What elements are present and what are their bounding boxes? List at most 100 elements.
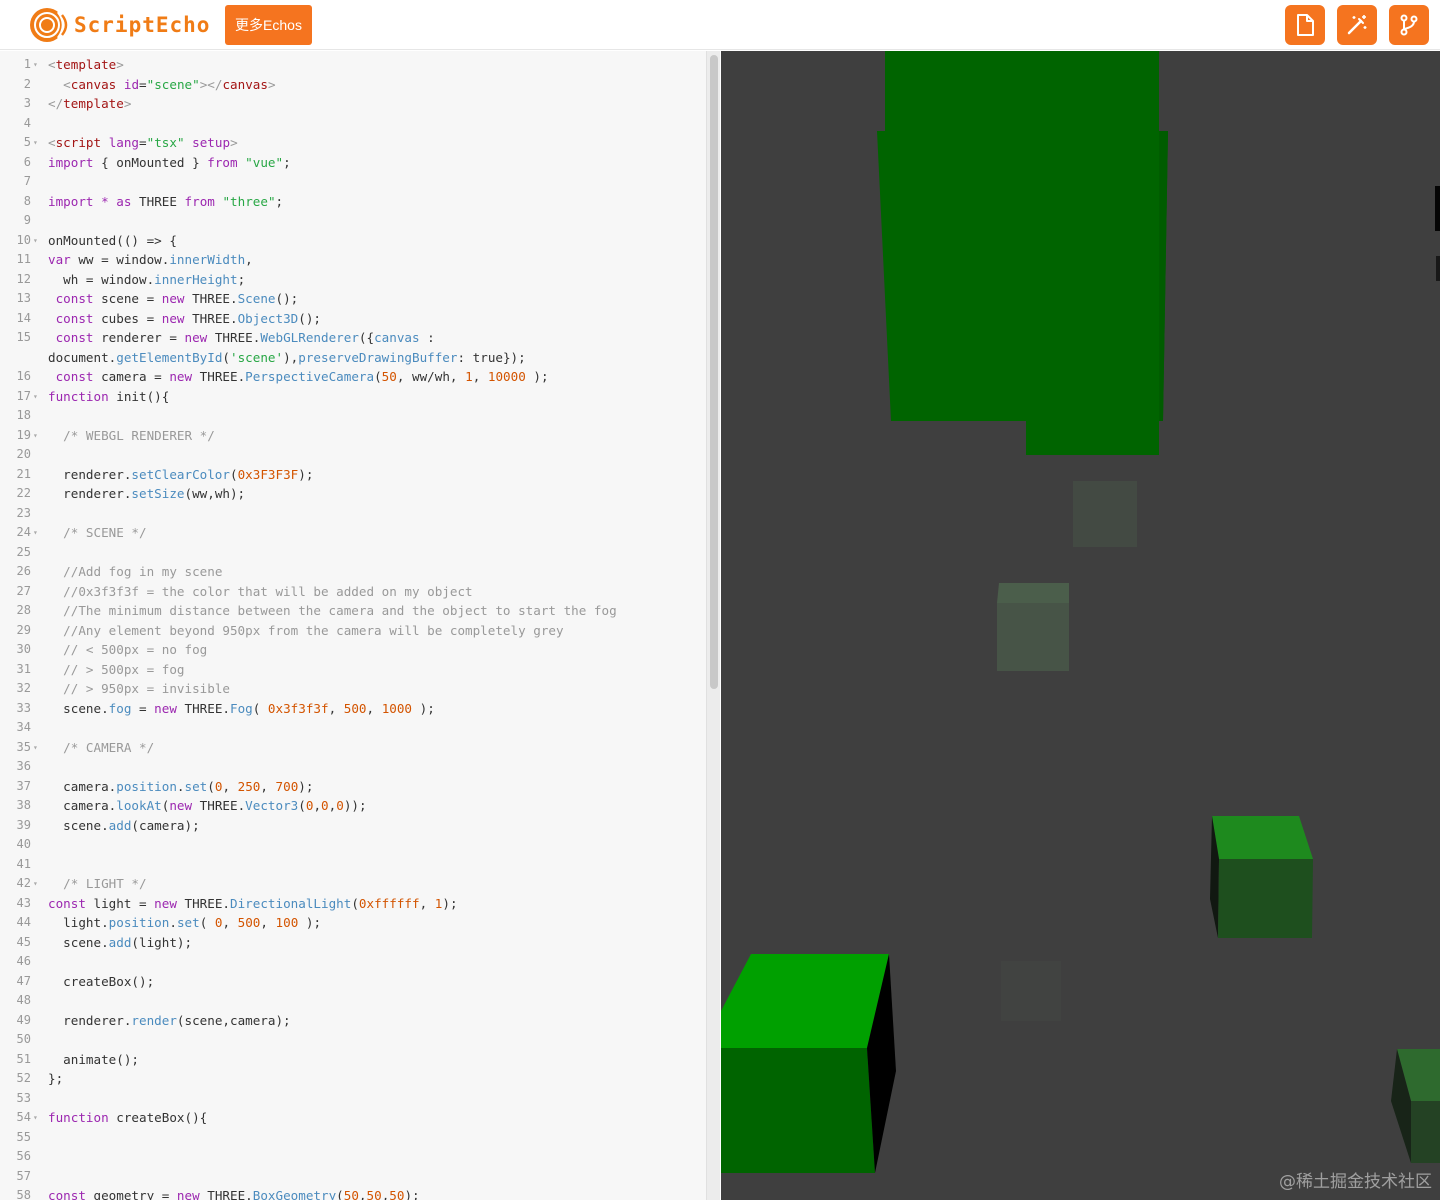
fold-arrow-icon[interactable]: ▾	[33, 55, 38, 75]
code-line[interactable]: 49 renderer.render(scene,camera);	[0, 1011, 706, 1031]
line-number: 22	[16, 486, 31, 500]
code-line[interactable]: 33 scene.fog = new THREE.Fog( 0x3f3f3f, …	[0, 699, 706, 719]
code-line[interactable]: 5 ▾ <script lang="tsx" setup>	[0, 133, 706, 153]
code-line[interactable]: 14 const cubes = new THREE.Object3D();	[0, 309, 706, 329]
line-number: 5	[23, 135, 31, 149]
code-line[interactable]: 28 //The minimum distance between the ca…	[0, 601, 706, 621]
code-line[interactable]: 37 camera.position.set(0, 250, 700);	[0, 777, 706, 797]
code-line[interactable]: 45 scene.add(light);	[0, 933, 706, 953]
code-line[interactable]: 17 ▾ function init(){	[0, 387, 706, 407]
fold-arrow-icon[interactable]: ▾	[33, 133, 38, 153]
code-line[interactable]: 55	[0, 1128, 706, 1148]
line-number: 31	[16, 661, 31, 676]
fold-arrow-icon[interactable]: ▾	[33, 874, 38, 894]
code-line[interactable]: 7	[0, 172, 706, 192]
code-line[interactable]: document.getElementById('scene'),preserv…	[0, 348, 706, 368]
code-line[interactable]: 1 ▾ <template>	[0, 55, 706, 75]
line-number: 53	[16, 1090, 31, 1105]
code-line[interactable]: 58 const geometry = new THREE.BoxGeometry…	[0, 1186, 706, 1200]
code-line[interactable]: 32 // > 950px = invisible	[0, 679, 706, 699]
code-line[interactable]: 13 const scene = new THREE.Scene();	[0, 289, 706, 309]
code-line[interactable]: 19 ▾ /* WEBGL RENDERER */	[0, 426, 706, 446]
more-echos-button[interactable]: 更多Echos	[225, 5, 312, 45]
line-number: 46	[16, 954, 31, 968]
code-line[interactable]: 27 //0x3f3f3f = the color that will be a…	[0, 582, 706, 602]
code-line[interactable]: 52};	[0, 1069, 706, 1089]
code-line[interactable]: 11 var ww = window.innerWidth,	[0, 250, 706, 270]
code-text: // < 500px = no fog	[63, 642, 208, 657]
code-line[interactable]: 16 const camera = new THREE.PerspectiveC…	[0, 367, 706, 387]
code-text: scene.add(light);	[48, 934, 193, 950]
code-line[interactable]: 34	[0, 718, 706, 738]
fold-arrow-icon[interactable]: ▾	[33, 426, 38, 446]
code-line[interactable]: 41	[0, 855, 706, 875]
fold-arrow-icon[interactable]: ▾	[33, 738, 38, 758]
code-line[interactable]: 4	[0, 114, 706, 134]
logo[interactable]: ScriptEcho	[28, 6, 210, 44]
new-file-button[interactable]	[1285, 5, 1325, 45]
code-line[interactable]: 56	[0, 1147, 706, 1167]
code-line[interactable]: 20	[0, 445, 706, 465]
code-line[interactable]: 24 ▾ /* SCENE */	[0, 523, 706, 543]
line-number: 14	[16, 310, 31, 325]
fold-arrow-icon[interactable]: ▾	[33, 523, 38, 543]
code-text: import * as THREE from "three";	[48, 193, 284, 209]
magic-button[interactable]	[1337, 5, 1377, 45]
line-number: 15	[16, 330, 31, 344]
code-line[interactable]: 51 animate();	[0, 1050, 706, 1070]
code-line[interactable]: 31 // > 500px = fog	[0, 660, 706, 680]
code-line[interactable]: 50	[0, 1030, 706, 1050]
code-line[interactable]: 57	[0, 1167, 706, 1187]
code-line[interactable]: 21 renderer.setClearColor(0x3F3F3F);	[0, 465, 706, 485]
editor-scrollbar[interactable]	[706, 51, 720, 1200]
fold-arrow-icon[interactable]: ▾	[33, 387, 38, 407]
editor-scrollbar-thumb[interactable]	[710, 55, 718, 689]
code-line[interactable]: 26 //Add fog in my scene	[0, 562, 706, 582]
code-line[interactable]: 39 scene.add(camera);	[0, 816, 706, 836]
code-line[interactable]: 8 import * as THREE from "three";	[0, 192, 706, 212]
code-line[interactable]: 29 //Any element beyond 950px from the c…	[0, 621, 706, 641]
code-line[interactable]: 35 ▾ /* CAMERA */	[0, 738, 706, 758]
fold-arrow-icon[interactable]: ▾	[33, 231, 38, 251]
code-line[interactable]: 30 // < 500px = no fog	[0, 640, 706, 660]
scene-canvas[interactable]: @稀土掘金技术社区	[721, 51, 1440, 1200]
code-line[interactable]: 43 const light = new THREE.DirectionalLig…	[0, 894, 706, 914]
code-line[interactable]: 6 import { onMounted } from "vue";	[0, 153, 706, 173]
code-line[interactable]: 12 wh = window.innerHeight;	[0, 270, 706, 290]
line-number: 52	[16, 1071, 31, 1085]
line-number: 32	[16, 681, 31, 695]
git-branch-icon	[1400, 14, 1418, 36]
code-text: createBox();	[48, 973, 155, 989]
code-editor[interactable]: 1 ▾ <template> 2 <canvas id="scene"></canva…	[0, 51, 720, 1200]
code-line[interactable]: 40	[0, 835, 706, 855]
scene-render	[721, 51, 1440, 1173]
code-area[interactable]: 1 ▾ <template> 2 <canvas id="scene"></canva…	[0, 55, 706, 1200]
line-number: 17	[16, 388, 31, 403]
code-line[interactable]: 23	[0, 504, 706, 524]
code-line[interactable]: 53	[0, 1089, 706, 1109]
code-line[interactable]: 10 ▾ onMounted(() => {	[0, 231, 706, 251]
code-line[interactable]: 3 </template>	[0, 94, 706, 114]
code-line[interactable]: 44 light.position.set( 0, 500, 100 );	[0, 913, 706, 933]
cube-fog-3	[1001, 961, 1061, 1021]
fold-arrow-icon[interactable]: ▾	[33, 1108, 38, 1128]
code-line[interactable]: 9	[0, 211, 706, 231]
code-line[interactable]: 38 camera.lookAt(new THREE.Vector3(0,0,0…	[0, 796, 706, 816]
code-line[interactable]: 47 createBox();	[0, 972, 706, 992]
code-line[interactable]: 54 ▾ function createBox(){	[0, 1108, 706, 1128]
code-line[interactable]: 36	[0, 757, 706, 777]
code-text: //The minimum distance between the camer…	[63, 603, 617, 618]
code-text: const renderer = new THREE.WebGLRenderer…	[55, 330, 435, 345]
code-line[interactable]: 22 renderer.setSize(ww,wh);	[0, 484, 706, 504]
code-line[interactable]: 15 const renderer = new THREE.WebGLRende…	[0, 328, 706, 348]
code-line[interactable]: 46	[0, 952, 706, 972]
code-text: // > 950px = invisible	[63, 681, 230, 696]
fork-button[interactable]	[1389, 5, 1429, 45]
code-line[interactable]: 48	[0, 991, 706, 1011]
code-line[interactable]: 18	[0, 406, 706, 426]
code-line[interactable]: 2 <canvas id="scene"></canvas>	[0, 75, 706, 95]
code-line[interactable]: 25	[0, 543, 706, 563]
code-line[interactable]: 42 ▾ /* LIGHT */	[0, 874, 706, 894]
line-number: 1	[23, 57, 31, 71]
code-text: const light = new THREE.DirectionalLight…	[48, 895, 458, 911]
